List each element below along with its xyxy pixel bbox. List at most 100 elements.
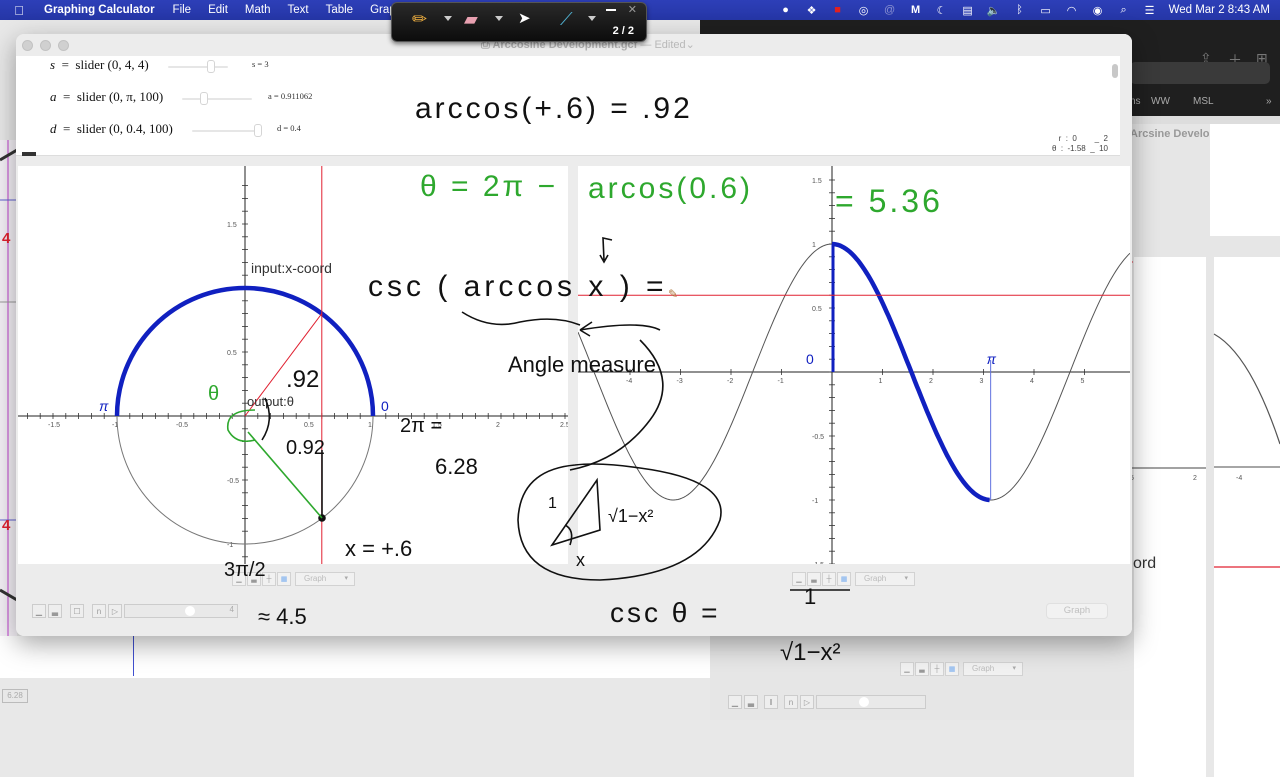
graph-button[interactable]: Graph [1046, 603, 1108, 619]
volume-icon[interactable]: 🔈 [987, 4, 1001, 17]
tick-label: -4 [1236, 475, 1242, 482]
input-label: input:x-coord [251, 260, 332, 276]
bookmark-ww[interactable]: WW [1151, 96, 1170, 107]
grid-icon[interactable]: ▦ [945, 662, 959, 676]
menu-edit[interactable]: Edit [200, 4, 237, 16]
step-icon[interactable]: n [92, 604, 106, 618]
axes-icon[interactable]: ┼ [930, 662, 944, 676]
scrollbar[interactable] [1112, 64, 1118, 78]
slider-s[interactable] [168, 60, 228, 73]
pause-icon[interactable]: ‖ [764, 695, 778, 709]
menu-file[interactable]: File [165, 4, 201, 16]
equation-s[interactable]: s = slider (0, 4, 4) [50, 57, 149, 73]
svg-text:4: 4 [2, 230, 11, 247]
zoom-button[interactable] [58, 40, 69, 51]
step-icon[interactable]: n [784, 695, 798, 709]
control-center-icon[interactable]: ☰ [1143, 4, 1157, 17]
equation-a[interactable]: a = slider (0, π, 100) [50, 89, 163, 105]
y-tick-label: 1.5 [812, 178, 822, 185]
dropbox-icon[interactable]: ❖ [805, 4, 819, 17]
value-box: 6.28 [2, 689, 28, 703]
slider-knob[interactable] [254, 124, 262, 137]
bluetooth-icon[interactable]: ᛒ [1013, 4, 1027, 16]
partial-label: ord [1133, 555, 1156, 572]
menu-text[interactable]: Text [279, 4, 317, 16]
back-animation-controls: ▁ ▃ ‖ n ▷ [728, 694, 926, 710]
x-tick-label: -3 [677, 378, 683, 385]
slider-knob[interactable] [207, 60, 215, 73]
zoom-out-icon[interactable]: ▁ [728, 695, 742, 709]
grid-icon[interactable]: ▦ [277, 572, 291, 586]
animation-slider[interactable]: 4 [124, 604, 238, 618]
display-icon[interactable]: ▤ [961, 4, 975, 17]
zoom-in-icon[interactable]: ▃ [807, 572, 821, 586]
menu-table[interactable]: Table [318, 4, 363, 16]
zoom-out-icon[interactable]: ▁ [32, 604, 46, 618]
graph-menu[interactable]: Graph [963, 662, 1023, 676]
graph-menu[interactable]: Graph [855, 572, 915, 586]
chevron-down-icon[interactable] [495, 16, 503, 21]
pointer-icon[interactable]: ➤ [518, 9, 531, 27]
zoom-in-icon[interactable]: ▃ [744, 695, 758, 709]
spiral-icon[interactable]: @ [883, 4, 897, 16]
bookmark-msl[interactable]: MSL [1193, 96, 1214, 107]
unit-circle-graph[interactable]: -1.5 -1 -0.5 0.5 1 1.5 2 2.5 1.5 0.5 -0.5 -1 input:x… [18, 166, 570, 564]
cosine-graph[interactable]: -4-3-2-11234561.510.5-0.5-1-1.50π [577, 166, 1132, 569]
chevron-down-icon[interactable] [444, 16, 452, 21]
bookmarks-overflow[interactable]: » [1266, 96, 1272, 107]
y-tick-label: -0.5 [812, 434, 824, 441]
slider-knob[interactable] [199, 92, 208, 105]
minimize-toolbar-icon[interactable] [606, 9, 616, 11]
left-graph-toolbar: ▁ ▃ ┼ ▦ Graph [232, 572, 355, 586]
app-menu[interactable]: Graphing Calculator [38, 4, 165, 16]
graph-menu[interactable]: Graph [295, 572, 355, 586]
zoom-out-icon[interactable]: ▁ [792, 572, 806, 586]
wifi-analyzer-icon[interactable]: ◎ [857, 4, 871, 17]
x-tick-label: 1 [879, 378, 883, 385]
pi-label: π [987, 351, 997, 367]
malwarebytes-icon[interactable]: M [909, 4, 923, 16]
battery-icon[interactable]: ▭ [1039, 4, 1053, 17]
y-tick-label: 0.5 [812, 306, 822, 313]
axes-icon[interactable]: ┼ [262, 572, 276, 586]
camera-icon[interactable]: ● [779, 4, 793, 16]
play-icon[interactable]: ▷ [108, 604, 122, 618]
axes-icon[interactable]: ┼ [822, 572, 836, 586]
play-icon[interactable]: ▷ [800, 695, 814, 709]
red-app-icon[interactable]: ■ [831, 4, 845, 16]
zoom-in-icon[interactable]: ▃ [915, 662, 929, 676]
slider-value-s: s = 3 [252, 59, 269, 69]
zoom-out-icon[interactable]: ▁ [900, 662, 914, 676]
moon-icon[interactable]: ☾ [935, 4, 949, 17]
stop-icon[interactable]: ☐ [70, 604, 84, 618]
equation-d[interactable]: d = slider (0, 0.4, 100) [50, 121, 173, 137]
pen-icon[interactable]: ✏ [412, 9, 427, 30]
cosine-plot[interactable]: -4-3-2-11234561.510.5-0.5-1-1.50π [577, 166, 1132, 569]
equation-marker [22, 152, 36, 156]
chevron-down-icon[interactable] [588, 16, 596, 21]
eraser-icon[interactable]: ▰ [464, 9, 478, 30]
x-tick-label: 2 [496, 422, 500, 429]
x-tick-label: 2 [929, 378, 933, 385]
user-icon[interactable]: ◉ [1091, 4, 1105, 17]
grid-icon[interactable]: ▦ [837, 572, 851, 586]
slider-a[interactable] [182, 92, 252, 105]
zoom-in-icon[interactable]: ▃ [247, 572, 261, 586]
equation-panel[interactable]: s = slider (0, 4, 4) s = 3 a = slider (0… [16, 56, 1120, 156]
address-bar[interactable] [1130, 62, 1270, 84]
close-button[interactable] [22, 40, 33, 51]
menu-math[interactable]: Math [237, 4, 280, 16]
apple-icon[interactable]:  [0, 3, 38, 18]
unit-circle-plot[interactable]: -1.5 -1 -0.5 0.5 1 1.5 2 2.51.50.5-0.5-1input:x… [18, 166, 570, 564]
slider-d[interactable] [192, 124, 262, 137]
spotlight-icon[interactable]: ⌕ [1117, 4, 1131, 16]
animation-slider[interactable] [816, 695, 926, 709]
edited-indicator[interactable]: — Edited [640, 39, 685, 51]
clock[interactable]: Wed Mar 2 8:43 AM [1169, 4, 1270, 16]
highlighter-icon[interactable]: ⟋ [560, 9, 573, 30]
close-toolbar-icon[interactable]: ✕ [628, 3, 637, 16]
zoom-in-icon[interactable]: ▃ [48, 604, 62, 618]
wifi-icon[interactable]: ◠ [1065, 4, 1079, 17]
minimize-button[interactable] [40, 40, 51, 51]
zoom-out-icon[interactable]: ▁ [232, 572, 246, 586]
